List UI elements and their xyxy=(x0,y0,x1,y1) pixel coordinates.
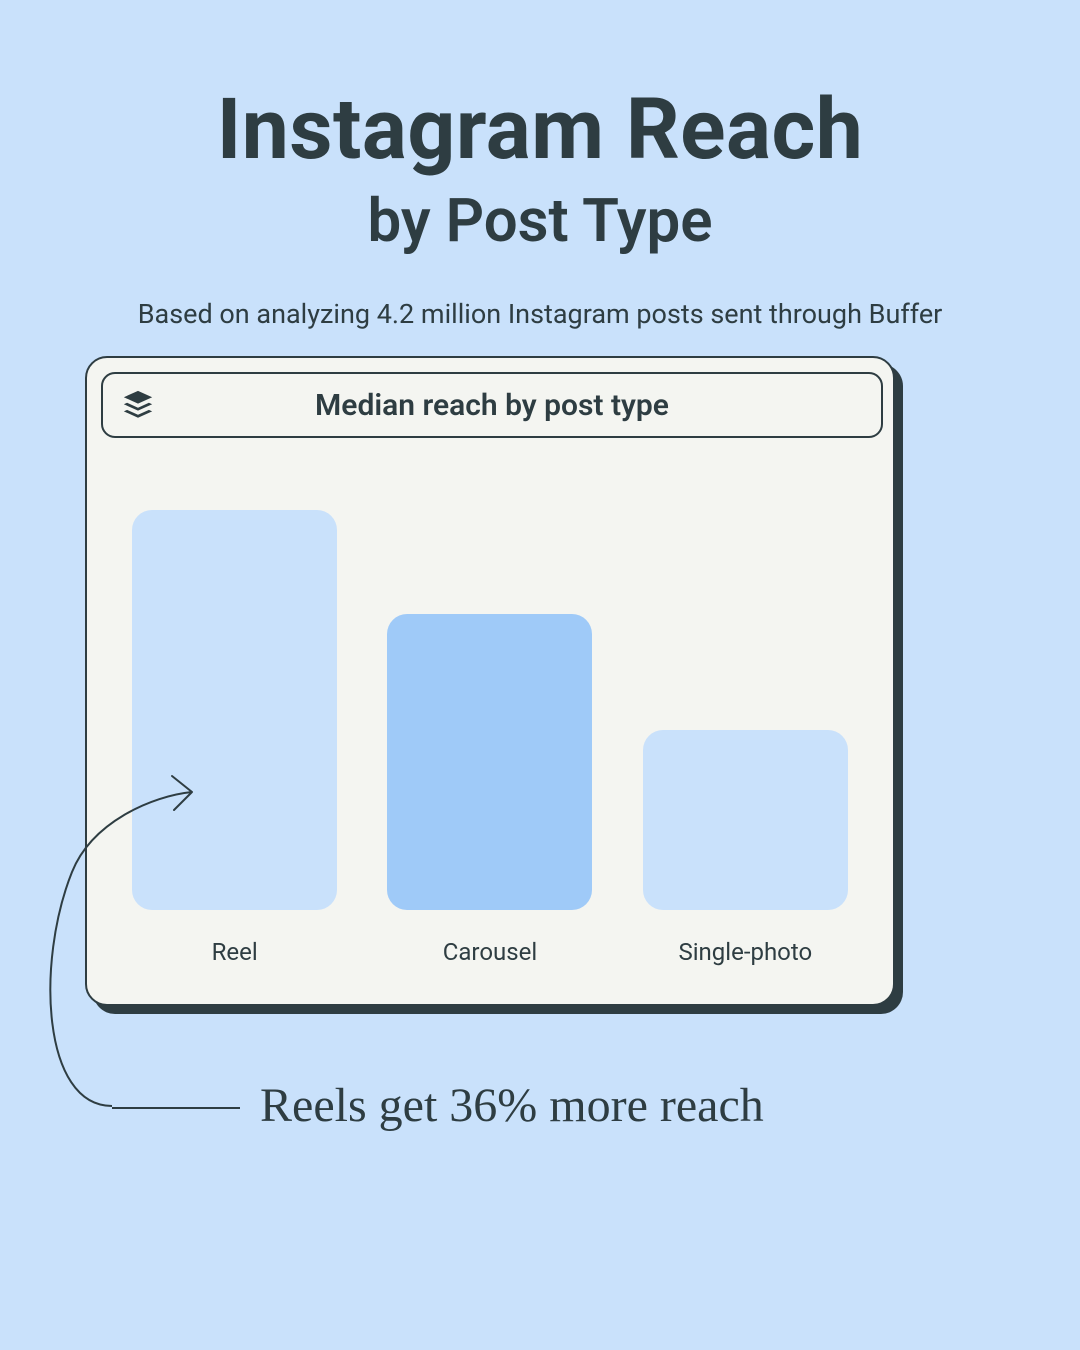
bar-column: Carousel xyxy=(374,614,606,966)
chart-title: Median reach by post type xyxy=(173,388,881,423)
bar xyxy=(643,730,848,910)
bar xyxy=(387,614,592,910)
bar-label: Reel xyxy=(212,938,258,966)
title-line-1: Instagram Reach xyxy=(0,80,1080,179)
bar xyxy=(132,510,337,910)
page: Instagram Reach by Post Type Based on an… xyxy=(0,0,1080,1350)
bar-column: Reel xyxy=(119,510,351,966)
chart-card-header: Median reach by post type xyxy=(101,372,883,438)
buffer-logo-icon xyxy=(103,388,173,422)
annotation-line xyxy=(112,1107,240,1109)
chart-bars: Reel Carousel Single-photo xyxy=(87,446,893,966)
bar-label: Carousel xyxy=(443,938,537,966)
bar-column: Single-photo xyxy=(629,730,861,966)
title-block: Instagram Reach by Post Type Based on an… xyxy=(0,0,1080,330)
subtitle: Based on analyzing 4.2 million Instagram… xyxy=(0,298,1080,330)
chart-card: Median reach by post type Reel Carousel Si… xyxy=(85,356,895,1006)
annotation-text: Reels get 36% more reach xyxy=(260,1078,764,1133)
bar-label: Single-photo xyxy=(678,938,812,966)
title-line-2: by Post Type xyxy=(0,185,1080,256)
